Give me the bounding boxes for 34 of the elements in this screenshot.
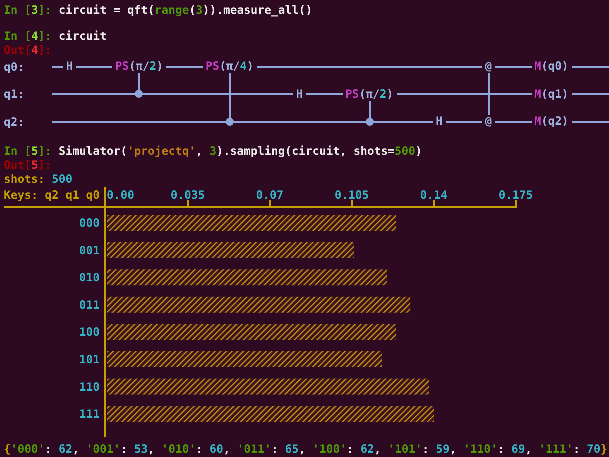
output-prompt: Out[4]: (4, 43, 54, 57)
category-label: 110 (79, 379, 100, 394)
output-prompt: Out[5]: (4, 158, 54, 172)
tick-label: 0.035 (170, 188, 206, 202)
category-label: 001 (79, 242, 100, 257)
output-text: shots: 500 (4, 172, 74, 186)
tick-label: 0.00 (107, 188, 134, 202)
tick-label: 0.07 (256, 188, 284, 202)
tick-label: 0.175 (498, 188, 534, 202)
input-line: In [3]: circuit = qft(range(3)).measure_all() (4, 3, 314, 17)
gate-label: H (293, 88, 306, 101)
gate-label: M(q2) (532, 115, 572, 128)
gate-label: PS(π/2) (112, 60, 166, 74)
category-label: 111 (79, 406, 100, 421)
category-label: 010 (79, 270, 100, 284)
category-label: 000 (79, 216, 100, 230)
tick-label: 0.14 (420, 188, 448, 202)
input-line: In [4]: circuit (4, 29, 108, 43)
tick-label: 0.105 (334, 188, 370, 202)
category-label: 101 (79, 352, 100, 366)
qubit-label: q1: (4, 87, 26, 102)
gate-label: PS(π/4) (202, 60, 257, 74)
gate-label: M(q0) (532, 60, 572, 74)
gate-label: @ (482, 115, 496, 128)
output-text: {'000': 62, '001': 53, '010': 60, '011': 65, '100': 62, '101': 59, '110': 69, '111': 70} (4, 442, 609, 456)
gate-label: PS(π/2) (342, 88, 397, 101)
axis-title: Keys: q2 q1 q0 (4, 188, 100, 202)
input-line: In [5]: Simulator('projectq', 3).sampling(circuit, shots=500) (4, 144, 424, 158)
gate-label: @ (482, 60, 496, 74)
gate-label: M(q1) (532, 88, 572, 101)
category-label: 011 (79, 297, 100, 312)
category-label: 100 (79, 324, 100, 339)
qubit-label: q2: (4, 114, 26, 129)
qubit-label: q0: (4, 60, 26, 74)
